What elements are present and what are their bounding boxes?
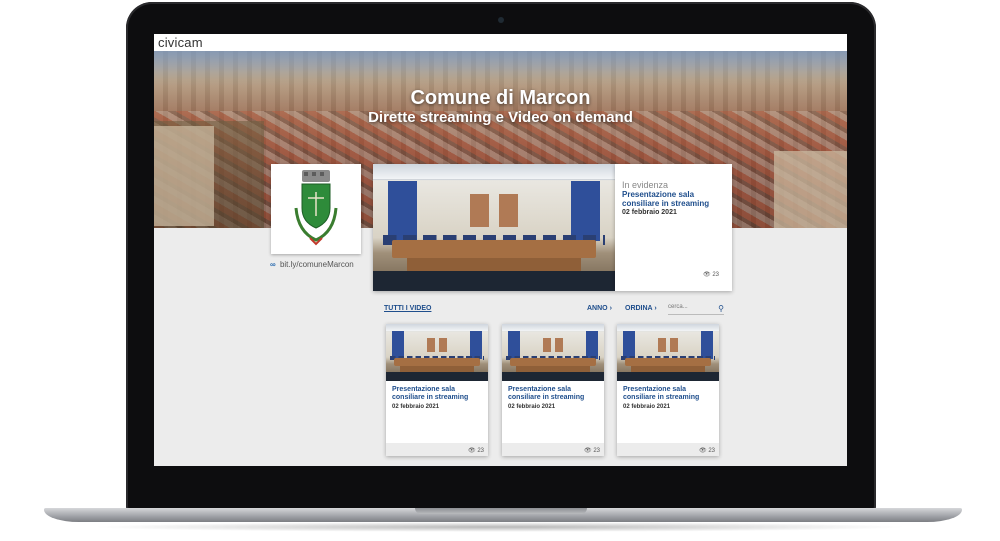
- video-view-count: 23: [708, 448, 715, 454]
- video-date: 02 febbraio 2021: [392, 404, 440, 410]
- chevron-right-icon: ›: [609, 305, 612, 312]
- year-filter[interactable]: ANNO ›: [587, 305, 612, 312]
- featured-video-card[interactable]: In evidenza Presentazione sala consiliar…: [615, 164, 732, 291]
- profile-link-text: bit.ly/comuneMarcon: [279, 260, 354, 269]
- chevron-right-icon: ›: [654, 305, 657, 312]
- featured-view-count: 23: [712, 272, 719, 278]
- video-date: 02 febbraio 2021: [623, 404, 671, 410]
- eye-icon: 👁: [584, 448, 592, 454]
- eye-icon: 👁: [699, 448, 707, 454]
- video-views: 👁 23: [468, 447, 484, 454]
- video-title[interactable]: Presentazione sala consiliare in streami…: [623, 386, 715, 402]
- profile-link[interactable]: ∞ bit.ly/comuneMarcon: [270, 260, 354, 269]
- year-filter-label: ANNO: [587, 305, 608, 312]
- featured-video-thumbnail[interactable]: [373, 164, 615, 291]
- crest-icon: [294, 170, 338, 246]
- logo-text: civicam: [158, 35, 203, 50]
- hero-building-left: [154, 126, 214, 226]
- hero-building-right: [774, 151, 847, 228]
- sort-filter[interactable]: ORDINA ›: [625, 305, 657, 312]
- page-title: Comune di Marcon: [410, 87, 591, 109]
- search-input[interactable]: [668, 304, 712, 310]
- video-card[interactable]: Presentazione sala consiliare in streami…: [386, 324, 488, 456]
- video-view-count: 23: [477, 448, 484, 454]
- featured-title[interactable]: Presentazione sala consiliare in streami…: [622, 190, 726, 208]
- video-title[interactable]: Presentazione sala consiliare in streami…: [508, 386, 600, 402]
- sort-filter-label: ORDINA: [625, 305, 653, 312]
- video-title[interactable]: Presentazione sala consiliare in streami…: [392, 386, 484, 402]
- all-videos-link[interactable]: TUTTI I VIDEO: [384, 305, 431, 312]
- video-view-count: 23: [593, 448, 600, 454]
- video-views: 👁 23: [584, 447, 600, 454]
- municipality-crest-card: [271, 164, 361, 254]
- search-box: ⚲: [668, 304, 724, 315]
- browser-screen: civicam Comune di Marcon Dirette streami…: [154, 34, 847, 466]
- video-thumbnail[interactable]: [617, 324, 719, 381]
- top-bar: civicam: [154, 34, 847, 51]
- link-icon: ∞: [270, 260, 276, 269]
- laptop-shadow: [90, 522, 910, 532]
- video-card[interactable]: Presentazione sala consiliare in streami…: [617, 324, 719, 456]
- featured-date: 02 febbraio 2021: [622, 209, 677, 216]
- video-thumbnail[interactable]: [502, 324, 604, 381]
- laptop-notch: [415, 508, 587, 514]
- civicam-logo[interactable]: civicam: [158, 35, 203, 50]
- featured-label: In evidenza: [622, 180, 669, 190]
- video-card[interactable]: Presentazione sala consiliare in streami…: [502, 324, 604, 456]
- council-room-image: [373, 164, 615, 291]
- featured-views: 👁 23: [703, 271, 719, 278]
- camera-icon: [498, 17, 504, 23]
- video-views: 👁 23: [699, 447, 715, 454]
- eye-icon: 👁: [468, 448, 476, 454]
- search-icon[interactable]: ⚲: [718, 304, 724, 313]
- video-thumbnail[interactable]: [386, 324, 488, 381]
- eye-icon: 👁: [703, 272, 711, 278]
- video-date: 02 febbraio 2021: [508, 404, 556, 410]
- page-subtitle: Dirette streaming e Video on demand: [368, 109, 633, 126]
